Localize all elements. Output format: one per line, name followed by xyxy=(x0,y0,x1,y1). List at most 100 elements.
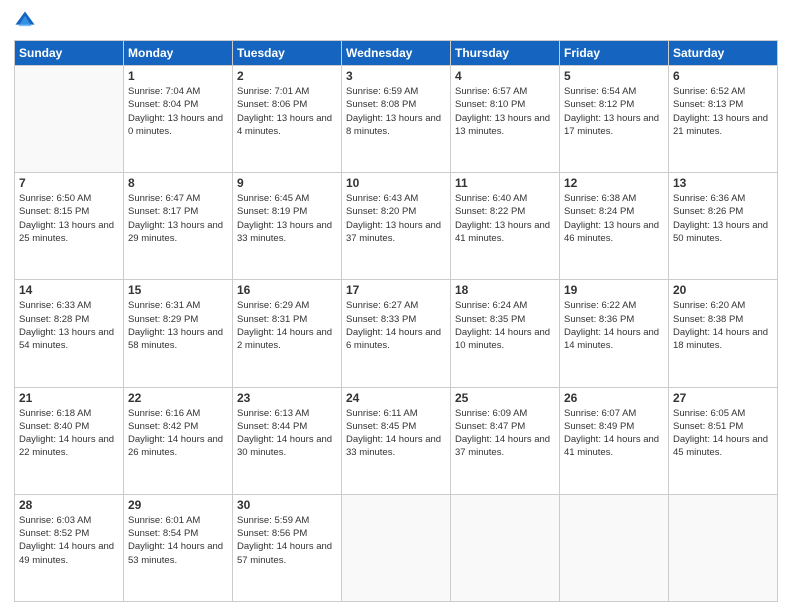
calendar-cell xyxy=(15,66,124,173)
calendar-cell: 19 Sunrise: 6:22 AMSunset: 8:36 PMDayligh… xyxy=(560,280,669,387)
calendar-cell xyxy=(451,494,560,601)
calendar-cell: 11Sunrise: 6:40 AMSunset: 8:22 PMDayligh… xyxy=(451,173,560,280)
calendar-week-row: 21 Sunrise: 6:18 AMSunset: 8:40 PMDayligh… xyxy=(15,387,778,494)
day-info: Sunrise: 6:50 AMSunset: 8:15 PMDaylight:… xyxy=(19,192,119,245)
calendar-cell: 6 Sunrise: 6:52 AMSunset: 8:13 PMDaylight… xyxy=(669,66,778,173)
day-number: 7 xyxy=(19,176,119,190)
calendar-week-row: 7 Sunrise: 6:50 AMSunset: 8:15 PMDaylight… xyxy=(15,173,778,280)
day-number: 18 xyxy=(455,283,555,297)
calendar-cell: 23 Sunrise: 6:13 AMSunset: 8:44 PMDayligh… xyxy=(233,387,342,494)
calendar-week-row: 14 Sunrise: 6:33 AMSunset: 8:28 PMDayligh… xyxy=(15,280,778,387)
calendar-cell: 12 Sunrise: 6:38 AMSunset: 8:24 PMDayligh… xyxy=(560,173,669,280)
calendar-cell: 9 Sunrise: 6:45 AMSunset: 8:19 PMDaylight… xyxy=(233,173,342,280)
day-info: Sunrise: 6:27 AMSunset: 8:33 PMDaylight:… xyxy=(346,299,446,352)
day-number: 20 xyxy=(673,283,773,297)
day-info: Sunrise: 6:45 AMSunset: 8:19 PMDaylight:… xyxy=(237,192,337,245)
day-number: 27 xyxy=(673,391,773,405)
day-info: Sunrise: 6:52 AMSunset: 8:13 PMDaylight:… xyxy=(673,85,773,138)
calendar-cell xyxy=(560,494,669,601)
day-number: 25 xyxy=(455,391,555,405)
day-number: 19 xyxy=(564,283,664,297)
day-number: 28 xyxy=(19,498,119,512)
day-number: 2 xyxy=(237,69,337,83)
calendar-cell: 20Sunrise: 6:20 AMSunset: 8:38 PMDayligh… xyxy=(669,280,778,387)
day-info: Sunrise: 6:05 AMSunset: 8:51 PMDaylight:… xyxy=(673,407,773,460)
day-info: Sunrise: 6:11 AMSunset: 8:45 PMDaylight:… xyxy=(346,407,446,460)
day-info: Sunrise: 6:33 AMSunset: 8:28 PMDaylight:… xyxy=(19,299,119,352)
calendar-cell xyxy=(342,494,451,601)
day-number: 24 xyxy=(346,391,446,405)
day-info: Sunrise: 7:04 AMSunset: 8:04 PMDaylight:… xyxy=(128,85,228,138)
calendar-cell: 29 Sunrise: 6:01 AMSunset: 8:54 PMDayligh… xyxy=(124,494,233,601)
day-info: Sunrise: 6:54 AMSunset: 8:12 PMDaylight:… xyxy=(564,85,664,138)
day-number: 17 xyxy=(346,283,446,297)
day-number: 3 xyxy=(346,69,446,83)
day-info: Sunrise: 6:31 AMSunset: 8:29 PMDaylight:… xyxy=(128,299,228,352)
day-info: Sunrise: 6:03 AMSunset: 8:52 PMDaylight:… xyxy=(19,514,119,567)
logo xyxy=(14,10,40,32)
calendar-cell: 21 Sunrise: 6:18 AMSunset: 8:40 PMDayligh… xyxy=(15,387,124,494)
day-info: Sunrise: 6:01 AMSunset: 8:54 PMDaylight:… xyxy=(128,514,228,567)
calendar-cell: 4Sunrise: 6:57 AMSunset: 8:10 PMDaylight… xyxy=(451,66,560,173)
calendar-cell: 28 Sunrise: 6:03 AMSunset: 8:52 PMDayligh… xyxy=(15,494,124,601)
day-number: 29 xyxy=(128,498,228,512)
calendar-cell: 30Sunrise: 5:59 AMSunset: 8:56 PMDayligh… xyxy=(233,494,342,601)
day-info: Sunrise: 7:01 AMSunset: 8:06 PMDaylight:… xyxy=(237,85,337,138)
logo-icon xyxy=(14,10,36,32)
day-info: Sunrise: 6:24 AMSunset: 8:35 PMDaylight:… xyxy=(455,299,555,352)
calendar-day-header: Friday xyxy=(560,41,669,66)
day-info: Sunrise: 6:22 AMSunset: 8:36 PMDaylight:… xyxy=(564,299,664,352)
calendar-day-header: Saturday xyxy=(669,41,778,66)
calendar-cell: 24 Sunrise: 6:11 AMSunset: 8:45 PMDayligh… xyxy=(342,387,451,494)
day-number: 4 xyxy=(455,69,555,83)
day-number: 23 xyxy=(237,391,337,405)
calendar-table: SundayMondayTuesdayWednesdayThursdayFrid… xyxy=(14,40,778,602)
calendar-cell xyxy=(669,494,778,601)
day-info: Sunrise: 6:16 AMSunset: 8:42 PMDaylight:… xyxy=(128,407,228,460)
day-number: 5 xyxy=(564,69,664,83)
calendar-cell: 10 Sunrise: 6:43 AMSunset: 8:20 PMDayligh… xyxy=(342,173,451,280)
day-info: Sunrise: 6:29 AMSunset: 8:31 PMDaylight:… xyxy=(237,299,337,352)
calendar-cell: 7 Sunrise: 6:50 AMSunset: 8:15 PMDaylight… xyxy=(15,173,124,280)
calendar-cell: 8Sunrise: 6:47 AMSunset: 8:17 PMDaylight… xyxy=(124,173,233,280)
day-number: 16 xyxy=(237,283,337,297)
calendar-day-header: Thursday xyxy=(451,41,560,66)
day-number: 6 xyxy=(673,69,773,83)
page: SundayMondayTuesdayWednesdayThursdayFrid… xyxy=(0,0,792,612)
header xyxy=(14,10,778,32)
calendar-week-row: 1 Sunrise: 7:04 AMSunset: 8:04 PMDaylight… xyxy=(15,66,778,173)
day-number: 21 xyxy=(19,391,119,405)
calendar-day-header: Sunday xyxy=(15,41,124,66)
calendar-cell: 18 Sunrise: 6:24 AMSunset: 8:35 PMDayligh… xyxy=(451,280,560,387)
calendar-cell: 15 Sunrise: 6:31 AMSunset: 8:29 PMDayligh… xyxy=(124,280,233,387)
calendar-cell: 16 Sunrise: 6:29 AMSunset: 8:31 PMDayligh… xyxy=(233,280,342,387)
day-number: 15 xyxy=(128,283,228,297)
day-number: 26 xyxy=(564,391,664,405)
day-number: 14 xyxy=(19,283,119,297)
day-info: Sunrise: 6:09 AMSunset: 8:47 PMDaylight:… xyxy=(455,407,555,460)
day-info: Sunrise: 6:38 AMSunset: 8:24 PMDaylight:… xyxy=(564,192,664,245)
day-info: Sunrise: 5:59 AMSunset: 8:56 PMDaylight:… xyxy=(237,514,337,567)
day-info: Sunrise: 6:13 AMSunset: 8:44 PMDaylight:… xyxy=(237,407,337,460)
calendar-header-row: SundayMondayTuesdayWednesdayThursdayFrid… xyxy=(15,41,778,66)
day-info: Sunrise: 6:18 AMSunset: 8:40 PMDaylight:… xyxy=(19,407,119,460)
calendar-day-header: Wednesday xyxy=(342,41,451,66)
day-number: 9 xyxy=(237,176,337,190)
calendar-cell: 25 Sunrise: 6:09 AMSunset: 8:47 PMDayligh… xyxy=(451,387,560,494)
day-number: 22 xyxy=(128,391,228,405)
calendar-cell: 27 Sunrise: 6:05 AMSunset: 8:51 PMDayligh… xyxy=(669,387,778,494)
day-number: 12 xyxy=(564,176,664,190)
calendar-week-row: 28 Sunrise: 6:03 AMSunset: 8:52 PMDayligh… xyxy=(15,494,778,601)
day-info: Sunrise: 6:43 AMSunset: 8:20 PMDaylight:… xyxy=(346,192,446,245)
day-number: 10 xyxy=(346,176,446,190)
day-number: 13 xyxy=(673,176,773,190)
day-info: Sunrise: 6:59 AMSunset: 8:08 PMDaylight:… xyxy=(346,85,446,138)
day-number: 11 xyxy=(455,176,555,190)
calendar-cell: 5 Sunrise: 6:54 AMSunset: 8:12 PMDaylight… xyxy=(560,66,669,173)
calendar-cell: 2 Sunrise: 7:01 AMSunset: 8:06 PMDaylight… xyxy=(233,66,342,173)
calendar-day-header: Tuesday xyxy=(233,41,342,66)
calendar-cell: 22 Sunrise: 6:16 AMSunset: 8:42 PMDayligh… xyxy=(124,387,233,494)
day-info: Sunrise: 6:36 AMSunset: 8:26 PMDaylight:… xyxy=(673,192,773,245)
day-number: 1 xyxy=(128,69,228,83)
calendar-cell: 1 Sunrise: 7:04 AMSunset: 8:04 PMDaylight… xyxy=(124,66,233,173)
